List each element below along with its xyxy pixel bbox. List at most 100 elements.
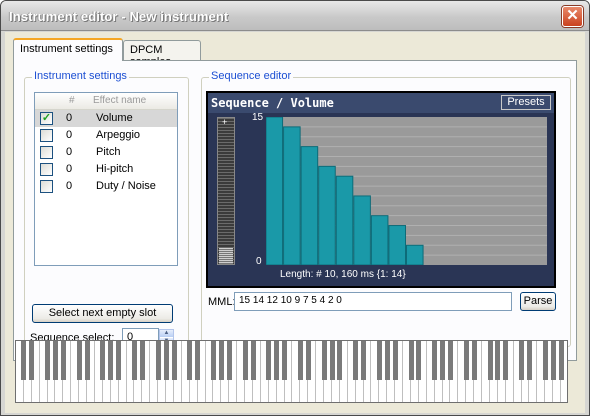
piano-black-key[interactable] <box>361 341 367 380</box>
sequence-bar[interactable] <box>318 165 336 265</box>
sequence-bar[interactable] <box>300 146 319 265</box>
piano-black-key[interactable] <box>45 341 51 380</box>
sequence-graph-editor[interactable]: Sequence / Volume Presets + 15 0 Length:… <box>206 91 556 288</box>
effects-list[interactable]: # Effect name ✓ 0 Volume 0 Arpeggio 0 Pitch 0 Hi… <box>34 92 178 266</box>
presets-button[interactable]: Presets <box>501 95 551 110</box>
sequence-bar[interactable] <box>370 215 389 265</box>
piano-black-key[interactable] <box>211 341 216 380</box>
piano-black-key[interactable] <box>392 341 398 380</box>
piano-black-key[interactable] <box>487 341 493 380</box>
sequence-scrollbar[interactable]: + <box>217 117 235 265</box>
instrument-settings-group-label: Instrument settings <box>32 70 129 82</box>
piano-black-key[interactable] <box>384 341 390 380</box>
piano-black-key[interactable] <box>218 341 224 380</box>
piano-black-key[interactable] <box>266 341 272 380</box>
piano-black-key[interactable] <box>337 341 343 380</box>
sequence-bar[interactable] <box>266 117 284 265</box>
tab-instrument-settings[interactable]: Instrument settings <box>13 38 123 61</box>
piano-black-key[interactable] <box>116 341 122 380</box>
piano-black-key[interactable] <box>274 341 280 380</box>
piano-black-key[interactable] <box>171 341 177 380</box>
effect-checkbox[interactable] <box>40 146 53 159</box>
effect-checkbox[interactable] <box>40 180 53 193</box>
piano-black-key[interactable] <box>550 341 556 380</box>
close-button[interactable]: ✕ <box>562 6 583 27</box>
title-bar[interactable]: Instrument editor - New instrument ✕ <box>1 1 589 31</box>
sequence-plot[interactable] <box>266 117 547 265</box>
piano-black-key[interactable] <box>519 341 525 380</box>
effect-row[interactable]: 0 Duty / Noise <box>35 178 177 195</box>
piano-black-key[interactable] <box>139 341 145 380</box>
tab-label: Instrument settings <box>20 43 113 55</box>
piano-black-key[interactable] <box>432 341 438 380</box>
piano-black-key[interactable] <box>408 341 414 380</box>
effect-checkbox[interactable] <box>40 129 53 142</box>
sequence-bar[interactable] <box>283 126 301 265</box>
piano-keyboard[interactable] <box>15 340 568 403</box>
scroll-thumb[interactable] <box>219 248 233 264</box>
piano-black-key[interactable] <box>503 341 509 380</box>
piano-black-key[interactable] <box>60 341 66 380</box>
piano-black-key[interactable] <box>448 341 453 380</box>
close-icon: ✕ <box>566 7 579 24</box>
piano-black-key[interactable] <box>463 341 469 380</box>
spin-up-icon[interactable]: ▲ <box>160 330 173 337</box>
sequence-bar[interactable] <box>388 225 406 265</box>
effect-sequence-number: 0 <box>66 146 73 158</box>
sequence-header: Sequence / Volume Presets <box>208 93 554 113</box>
piano-black-key[interactable] <box>558 341 564 380</box>
sequence-bar[interactable] <box>406 244 424 265</box>
tab-panel: Instrument settings # Effect name ✓ 0 Volu… <box>13 60 577 361</box>
effect-checkbox[interactable] <box>40 163 53 176</box>
effect-row[interactable]: ✓ 0 Volume <box>35 110 177 127</box>
piano-black-key[interactable] <box>132 341 137 380</box>
effect-name: Duty / Noise <box>96 180 156 192</box>
piano-black-key[interactable] <box>353 341 359 380</box>
piano-black-key[interactable] <box>305 341 311 380</box>
piano-black-key[interactable] <box>495 341 501 380</box>
piano-black-key[interactable] <box>440 341 446 380</box>
piano-black-key[interactable] <box>527 341 532 380</box>
column-header-effect-name[interactable]: Effect name <box>93 95 146 106</box>
piano-black-key[interactable] <box>297 341 303 380</box>
piano-black-key[interactable] <box>84 341 90 380</box>
piano-black-key[interactable] <box>21 341 27 380</box>
piano-black-key[interactable] <box>76 341 82 380</box>
column-header-num[interactable]: # <box>69 95 75 106</box>
piano-black-key[interactable] <box>155 341 161 380</box>
piano-black-key[interactable] <box>542 341 548 380</box>
piano-black-key[interactable] <box>195 341 201 380</box>
effect-row[interactable]: 0 Arpeggio <box>35 127 177 144</box>
piano-black-key[interactable] <box>226 341 232 380</box>
piano-black-key[interactable] <box>416 341 422 380</box>
mml-label: MML: <box>208 296 236 308</box>
window-title: Instrument editor - New instrument <box>9 9 229 24</box>
piano-black-key[interactable] <box>53 341 58 380</box>
piano-black-key[interactable] <box>163 341 169 380</box>
tab-dpcm-samples[interactable]: DPCM samples <box>123 40 201 68</box>
piano-black-key[interactable] <box>471 341 477 380</box>
parse-button[interactable]: Parse <box>520 292 556 311</box>
effect-row[interactable]: 0 Hi-pitch <box>35 161 177 178</box>
piano-black-key[interactable] <box>376 341 382 380</box>
sequence-bar[interactable] <box>335 175 354 265</box>
piano-black-key[interactable] <box>282 341 288 380</box>
effect-name: Hi-pitch <box>96 163 134 175</box>
mml-input[interactable]: 15 14 12 10 9 7 5 4 2 0 <box>234 292 512 311</box>
sequence-title: Sequence / Volume <box>211 96 334 110</box>
select-next-empty-slot-button[interactable]: Select next empty slot <box>32 304 173 323</box>
piano-black-key[interactable] <box>187 341 193 380</box>
piano-black-key[interactable] <box>242 341 248 380</box>
piano-black-key[interactable] <box>108 341 114 380</box>
piano-black-key[interactable] <box>329 341 335 380</box>
piano-black-key[interactable] <box>321 341 327 380</box>
effect-checkbox[interactable]: ✓ <box>40 112 53 125</box>
effect-sequence-number: 0 <box>66 129 73 141</box>
instrument-settings-group: Instrument settings # Effect name ✓ 0 Volu… <box>24 70 189 347</box>
piano-black-key[interactable] <box>100 341 106 380</box>
sequence-bar[interactable] <box>353 195 371 265</box>
effect-row[interactable]: 0 Pitch <box>35 144 177 161</box>
piano-black-key[interactable] <box>29 341 35 380</box>
y-axis-min-label: 0 <box>256 256 262 267</box>
piano-black-key[interactable] <box>250 341 256 380</box>
